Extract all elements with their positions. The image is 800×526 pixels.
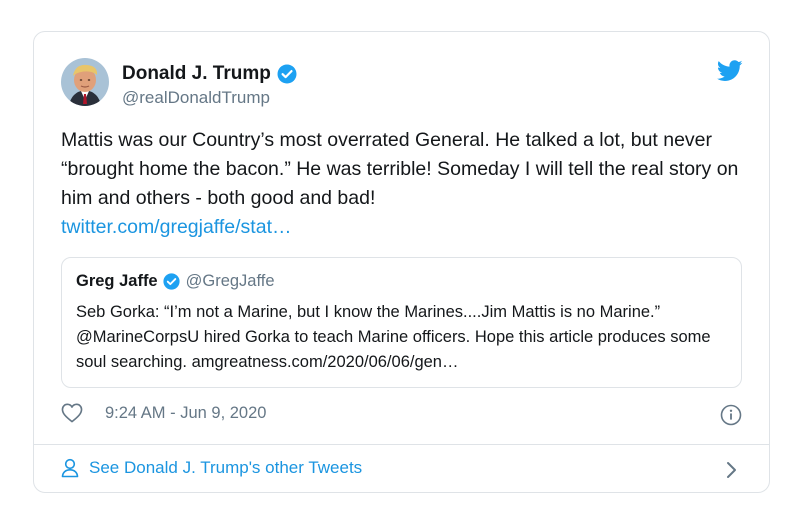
info-icon[interactable] xyxy=(720,404,742,426)
tweet-text: Mattis was our Country’s most overrated … xyxy=(61,129,739,209)
twitter-bird-icon[interactable] xyxy=(716,60,743,82)
heart-icon[interactable] xyxy=(61,403,83,423)
author-handle[interactable]: @realDonaldTrump xyxy=(122,87,297,109)
tweet-meta: 9:24 AM - Jun 9, 2020 xyxy=(61,403,266,423)
divider xyxy=(34,444,769,445)
author-name-row: Donald J. Trump xyxy=(122,62,297,86)
quoted-author-handle: @GregJaffe xyxy=(185,272,275,290)
user-icon xyxy=(61,458,79,478)
quoted-author-name: Greg Jaffe xyxy=(76,272,158,290)
avatar[interactable] xyxy=(61,58,109,106)
chevron-right-icon[interactable] xyxy=(725,460,739,480)
verified-badge-icon xyxy=(163,273,180,290)
quoted-tweet-text: Seb Gorka: “I’m not a Marine, but I know… xyxy=(76,303,711,371)
other-tweets-label[interactable]: See Donald J. Trump's other Tweets xyxy=(89,458,362,478)
verified-badge-icon xyxy=(277,64,297,84)
tweet-link[interactable]: twitter.com/gregjaffe/stat… xyxy=(61,213,751,242)
author-block[interactable]: Donald J. Trump @realDonaldTrump xyxy=(122,62,297,109)
other-tweets-link[interactable]: See Donald J. Trump's other Tweets xyxy=(61,458,362,478)
author-name[interactable]: Donald J. Trump xyxy=(122,62,271,86)
tweet-body: Mattis was our Country’s most overrated … xyxy=(61,126,751,242)
quoted-tweet[interactable]: Greg Jaffe @GregJaffe Seb Gorka: “I’m no… xyxy=(61,257,742,388)
tweet-card: Donald J. Trump @realDonaldTrump Mattis … xyxy=(33,31,770,493)
quoted-tweet-header: Greg Jaffe @GregJaffe xyxy=(76,272,275,291)
timestamp[interactable]: 9:24 AM - Jun 9, 2020 xyxy=(105,404,266,423)
